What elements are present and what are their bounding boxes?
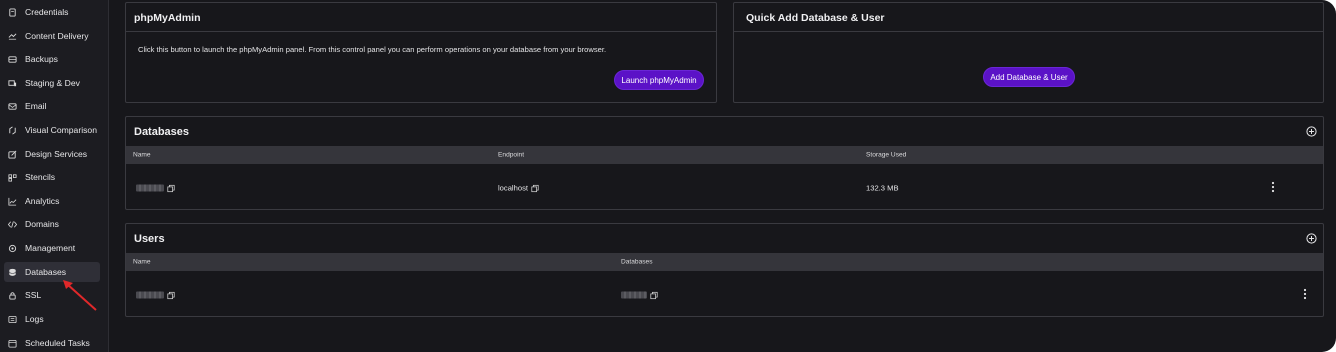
database-icon — [8, 268, 17, 277]
backups-icon — [8, 55, 17, 64]
sidebar-item-staging-dev[interactable]: Staging & Dev — [4, 73, 100, 93]
email-icon — [8, 102, 17, 111]
sidebar-item-label: Staging & Dev — [25, 78, 80, 88]
column-header-databases: Databases — [621, 258, 653, 266]
sidebar-item-email[interactable]: Email — [4, 96, 100, 116]
staging-icon — [8, 79, 17, 88]
column-header-storage: Storage Used — [866, 151, 907, 159]
phpmyadmin-description: Click this button to launch the phpMyAdm… — [138, 45, 607, 54]
sidebar-item-analytics[interactable]: Analytics — [4, 191, 100, 211]
sidebar-item-label: Credentials — [25, 7, 69, 17]
user-name-cell — [136, 290, 175, 299]
lock-icon — [8, 291, 17, 300]
databases-section: Databases Name Endpoint Storage Used loc… — [125, 116, 1324, 210]
storage-used-cell: 132.3 MB — [866, 183, 899, 192]
credentials-icon — [8, 7, 17, 17]
sidebar-item-label: Domains — [25, 219, 59, 229]
copy-icon[interactable] — [650, 291, 658, 299]
copy-icon[interactable] — [167, 184, 175, 192]
code-icon — [8, 220, 17, 229]
stencils-icon — [8, 173, 17, 182]
annotation-arrow-icon — [63, 280, 97, 311]
sidebar-item-scheduled-tasks[interactable]: Scheduled Tasks — [4, 333, 100, 352]
add-database-user-button[interactable]: Add Database & User — [983, 67, 1075, 87]
panel-title: Quick Add Database & User — [746, 12, 885, 24]
sidebar-item-label: Management — [25, 243, 76, 253]
column-header-endpoint: Endpoint — [498, 151, 525, 159]
sidebar-item-backups[interactable]: Backups — [4, 49, 100, 69]
redacted-name — [136, 291, 164, 299]
divider — [734, 31, 1323, 32]
gear-icon — [8, 244, 17, 253]
section-title: Databases — [134, 126, 190, 138]
table-header: Name Databases — [126, 253, 1323, 271]
quick-add-panel: Quick Add Database & User Add Database &… — [733, 2, 1324, 103]
visual-comparison-icon — [8, 126, 17, 135]
more-options-icon[interactable] — [1303, 288, 1307, 300]
endpoint-value: localhost — [498, 183, 528, 192]
sidebar-item-content-delivery[interactable]: Content Delivery — [4, 26, 100, 46]
table-header: Name Endpoint Storage Used — [126, 146, 1323, 164]
redacted-name — [136, 184, 164, 192]
more-options-icon[interactable] — [1271, 181, 1275, 193]
divider — [126, 31, 716, 32]
sidebar-item-management[interactable]: Management — [4, 238, 100, 258]
sidebar-item-label: Design Services — [25, 149, 88, 159]
sidebar-item-label: Stencils — [25, 172, 56, 182]
redacted-database — [621, 291, 647, 299]
add-user-icon[interactable] — [1306, 233, 1317, 244]
sidebar-item-domains[interactable]: Domains — [4, 214, 100, 234]
sidebar-item-label: Visual Comparison — [25, 125, 97, 135]
add-database-icon[interactable] — [1306, 126, 1317, 137]
user-databases-cell — [621, 290, 658, 299]
sidebar-item-credentials[interactable]: Credentials — [4, 2, 100, 22]
phpmyadmin-panel: phpMyAdmin Click this button to launch t… — [125, 2, 717, 103]
sidebar-item-label: Backups — [25, 54, 58, 64]
sidebar: Credentials Content Delivery Backups Sta… — [0, 0, 109, 352]
sidebar-item-label: Email — [25, 101, 47, 111]
sidebar-item-design-services[interactable]: Design Services — [4, 144, 100, 164]
section-title: Users — [134, 233, 165, 245]
panel-title: phpMyAdmin — [134, 12, 201, 24]
column-header-name: Name — [133, 151, 151, 159]
sidebar-item-visual-comparison[interactable]: Visual Comparison — [4, 120, 100, 140]
database-name-cell — [136, 183, 175, 192]
endpoint-cell: localhost — [498, 183, 539, 192]
sidebar-item-label: Analytics — [25, 196, 60, 206]
column-header-name: Name — [133, 258, 151, 266]
launch-phpmyadmin-button[interactable]: Launch phpMyAdmin — [614, 70, 704, 90]
sidebar-item-label: Content Delivery — [25, 31, 89, 41]
app-window: Credentials Content Delivery Backups Sta… — [0, 0, 1336, 352]
content-delivery-icon — [8, 32, 17, 41]
sidebar-item-label: SSL — [25, 290, 42, 300]
sidebar-item-label: Logs — [25, 314, 44, 324]
copy-icon[interactable] — [531, 184, 539, 192]
sidebar-item-label: Databases — [25, 267, 67, 277]
table-row — [126, 272, 1323, 317]
design-services-icon — [8, 150, 17, 159]
sidebar-item-stencils[interactable]: Stencils — [4, 167, 100, 187]
logs-icon — [8, 315, 17, 324]
sidebar-item-label: Scheduled Tasks — [25, 338, 90, 348]
table-row: localhost 132.3 MB — [126, 165, 1323, 210]
copy-icon[interactable] — [167, 291, 175, 299]
analytics-icon — [8, 197, 17, 206]
clock-icon — [8, 339, 17, 348]
users-section: Users Name Databases — [125, 223, 1324, 317]
